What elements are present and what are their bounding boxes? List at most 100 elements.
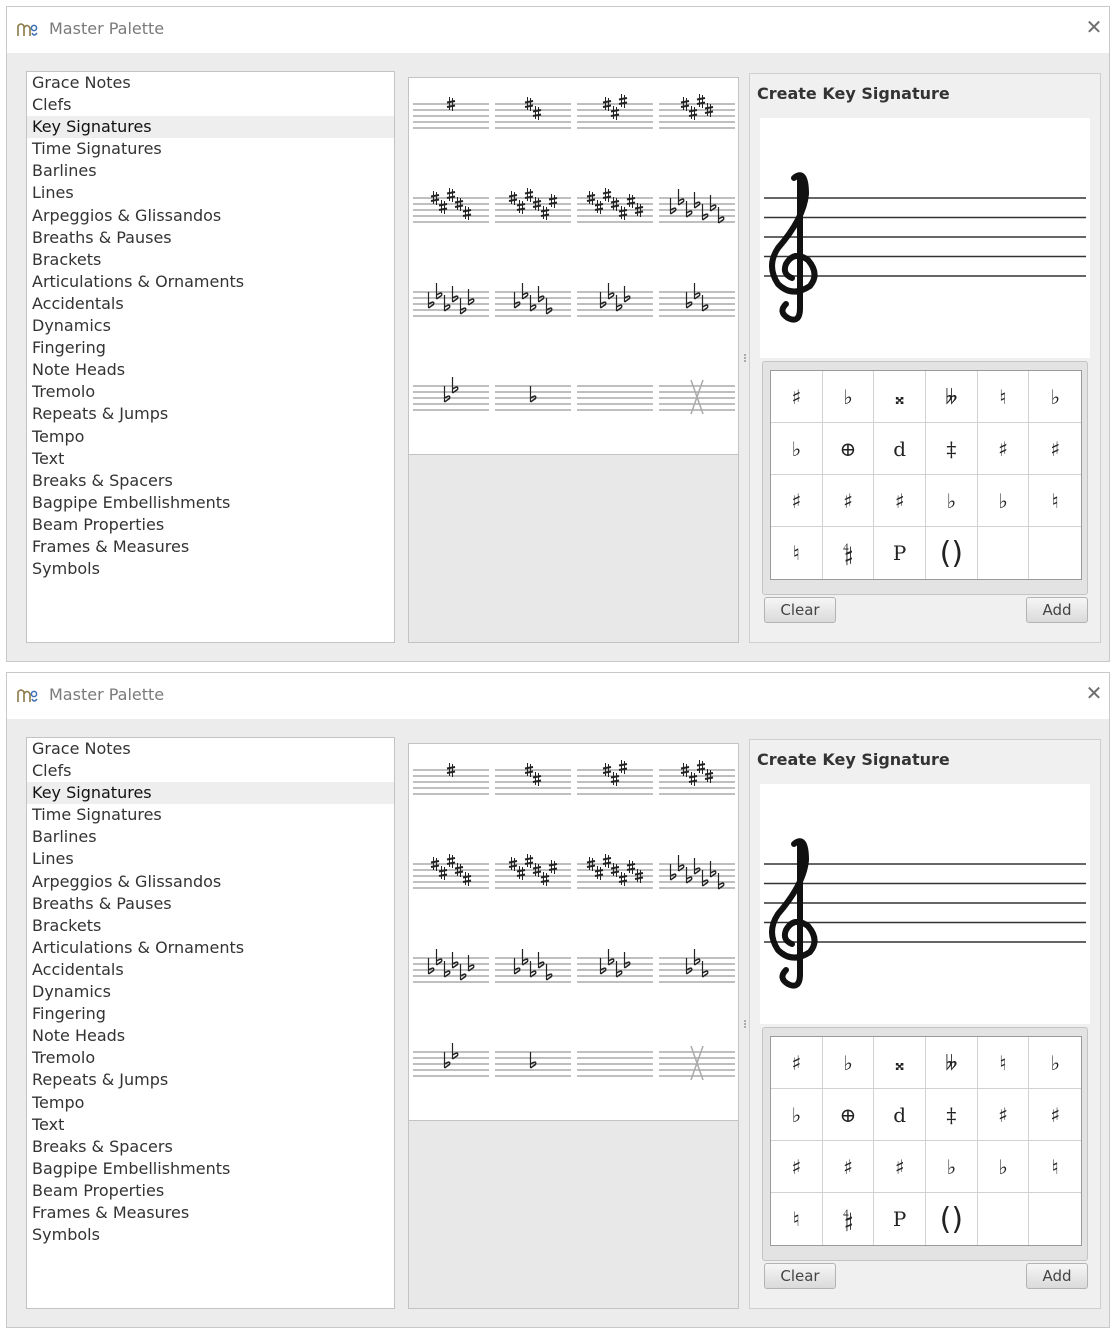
sharp-arrow-down-icon[interactable]: ♯: [822, 475, 875, 527]
mirrored-flat-icon[interactable]: d: [874, 423, 926, 475]
category-item[interactable]: Tremolo: [27, 1047, 394, 1069]
key-signature-cell[interactable]: [493, 844, 575, 938]
category-item[interactable]: Barlines: [27, 160, 394, 182]
key-signature-cell[interactable]: [411, 844, 493, 938]
key-signature-cell[interactable]: [657, 938, 739, 1032]
empty-icon[interactable]: [978, 527, 1030, 579]
mirrored-flat-slash-icon[interactable]: ⊕: [822, 423, 875, 475]
close-icon[interactable]: ✕: [1083, 16, 1105, 38]
key-signature-cell[interactable]: [657, 750, 739, 844]
key-signature-cell[interactable]: [411, 178, 493, 272]
double-sharp-icon[interactable]: 𝄪: [874, 1037, 926, 1089]
flat-flat-slash-icon[interactable]: P: [874, 527, 926, 579]
category-item[interactable]: Arpeggios & Glissandos: [27, 871, 394, 893]
key-signature-cell[interactable]: [575, 1032, 657, 1126]
add-button[interactable]: Add: [1026, 597, 1088, 623]
flat-double-slash-icon[interactable]: ♭: [771, 423, 823, 475]
category-item[interactable]: Barlines: [27, 826, 394, 848]
sharp-slash-icon[interactable]: ‡: [926, 423, 978, 475]
sharp-slash-4-icon[interactable]: ♯: [1029, 423, 1081, 475]
sharp-slash-2-icon[interactable]: 𝄲: [823, 1193, 875, 1245]
category-item[interactable]: Beam Properties: [27, 1180, 394, 1202]
double-flat-icon[interactable]: 𝄫: [926, 371, 978, 423]
key-signature-cell[interactable]: [575, 938, 657, 1032]
category-item[interactable]: Time Signatures: [27, 138, 394, 160]
category-item[interactable]: Symbols: [27, 558, 394, 580]
category-item[interactable]: Bagpipe Embellishments: [27, 492, 394, 514]
sharp-arrow-both-icon[interactable]: ♯: [874, 475, 926, 527]
category-item[interactable]: Breaks & Spacers: [27, 470, 394, 492]
flat-slash-icon[interactable]: ♭: [1029, 371, 1081, 423]
parentheses-icon[interactable]: (): [926, 1193, 978, 1245]
double-sharp-icon[interactable]: 𝄪: [874, 371, 926, 423]
category-item[interactable]: Bagpipe Embellishments: [27, 1158, 394, 1180]
add-button[interactable]: Add: [1026, 1263, 1088, 1289]
category-item[interactable]: Brackets: [27, 915, 394, 937]
flat-arrow-down-icon[interactable]: ♭: [977, 475, 1030, 527]
sharp-arrow-up-icon[interactable]: ♯: [771, 475, 823, 527]
key-signature-cell[interactable]: [493, 750, 575, 844]
category-list[interactable]: Grace Notes Clefs Key Signatures Time Signa…: [26, 737, 395, 1309]
category-item[interactable]: Tempo: [27, 1092, 394, 1114]
sharp-arrow-both-icon[interactable]: ♯: [874, 1141, 926, 1193]
sharp-slash-4-icon[interactable]: ♯: [1029, 1089, 1081, 1141]
category-item[interactable]: Breaths & Pauses: [27, 227, 394, 249]
category-item[interactable]: Brackets: [27, 249, 394, 271]
key-signature-cell[interactable]: [493, 366, 575, 460]
sharp-icon[interactable]: ♯: [771, 371, 823, 423]
clear-button[interactable]: Clear: [764, 597, 836, 623]
natural-arrow-down-icon[interactable]: ♮: [771, 527, 823, 579]
category-item[interactable]: Time Signatures: [27, 804, 394, 826]
flat-arrow-down-icon[interactable]: ♭: [977, 1141, 1030, 1193]
splitter-handle[interactable]: [741, 353, 749, 363]
sharp-slash-icon[interactable]: ‡: [926, 1089, 978, 1141]
flat-arrow-up-icon[interactable]: ♭: [926, 1141, 978, 1193]
category-item[interactable]: Fingering: [27, 337, 394, 359]
sharp-arrow-up-icon[interactable]: ♯: [771, 1141, 823, 1193]
category-item[interactable]: Note Heads: [27, 1025, 394, 1047]
category-item[interactable]: Arpeggios & Glissandos: [27, 205, 394, 227]
category-item[interactable]: Frames & Measures: [27, 536, 394, 558]
category-item[interactable]: Text: [27, 448, 394, 470]
natural-icon[interactable]: ♮: [977, 1037, 1030, 1089]
key-signature-cell[interactable]: [657, 178, 739, 272]
category-item[interactable]: Dynamics: [27, 981, 394, 1003]
sharp-slash-3-icon[interactable]: ♯: [977, 1089, 1030, 1141]
mirrored-flat-slash-icon[interactable]: ⊕: [822, 1089, 875, 1141]
key-signature-cell[interactable]: [493, 84, 575, 178]
parentheses-icon[interactable]: (): [926, 527, 978, 579]
key-signature-cell[interactable]: [575, 844, 657, 938]
key-signature-cell[interactable]: [493, 1032, 575, 1126]
key-signature-cell[interactable]: [575, 750, 657, 844]
double-flat-icon[interactable]: 𝄫: [926, 1037, 978, 1089]
key-signature-cell[interactable]: [657, 272, 739, 366]
flat-arrow-up-icon[interactable]: ♭: [926, 475, 978, 527]
category-item[interactable]: Frames & Measures: [27, 1202, 394, 1224]
category-item[interactable]: Symbols: [27, 1224, 394, 1246]
category-item[interactable]: Lines: [27, 848, 394, 870]
key-signature-cell[interactable]: [493, 938, 575, 1032]
natural-arrow-up-icon[interactable]: ♮: [1029, 1141, 1081, 1193]
key-signature-cell[interactable]: [657, 84, 739, 178]
empty-icon[interactable]: [978, 1193, 1030, 1245]
category-item[interactable]: Articulations & Ornaments: [27, 937, 394, 959]
category-item[interactable]: Dynamics: [27, 315, 394, 337]
key-signature-cell[interactable]: [411, 366, 493, 460]
category-item[interactable]: Text: [27, 1114, 394, 1136]
category-item[interactable]: Clefs: [27, 94, 394, 116]
category-item[interactable]: Tremolo: [27, 381, 394, 403]
key-signature-cell[interactable]: [411, 1032, 493, 1126]
flat-icon[interactable]: ♭: [822, 1037, 875, 1089]
key-signature-cell[interactable]: [657, 1032, 739, 1126]
key-signature-cell[interactable]: [411, 938, 493, 1032]
category-list[interactable]: Grace Notes Clefs Key Signatures Time Signa…: [26, 71, 395, 643]
splitter-handle[interactable]: [741, 1019, 749, 1029]
sharp-slash-2-icon[interactable]: 𝄲: [823, 527, 875, 579]
flat-double-slash-icon[interactable]: ♭: [771, 1089, 823, 1141]
key-signature-cell[interactable]: [493, 272, 575, 366]
category-item[interactable]: Breaks & Spacers: [27, 1136, 394, 1158]
key-signature-cell[interactable]: [575, 178, 657, 272]
category-item[interactable]: Articulations & Ornaments: [27, 271, 394, 293]
clear-button[interactable]: Clear: [764, 1263, 836, 1289]
category-item[interactable]: Key Signatures: [27, 116, 394, 139]
